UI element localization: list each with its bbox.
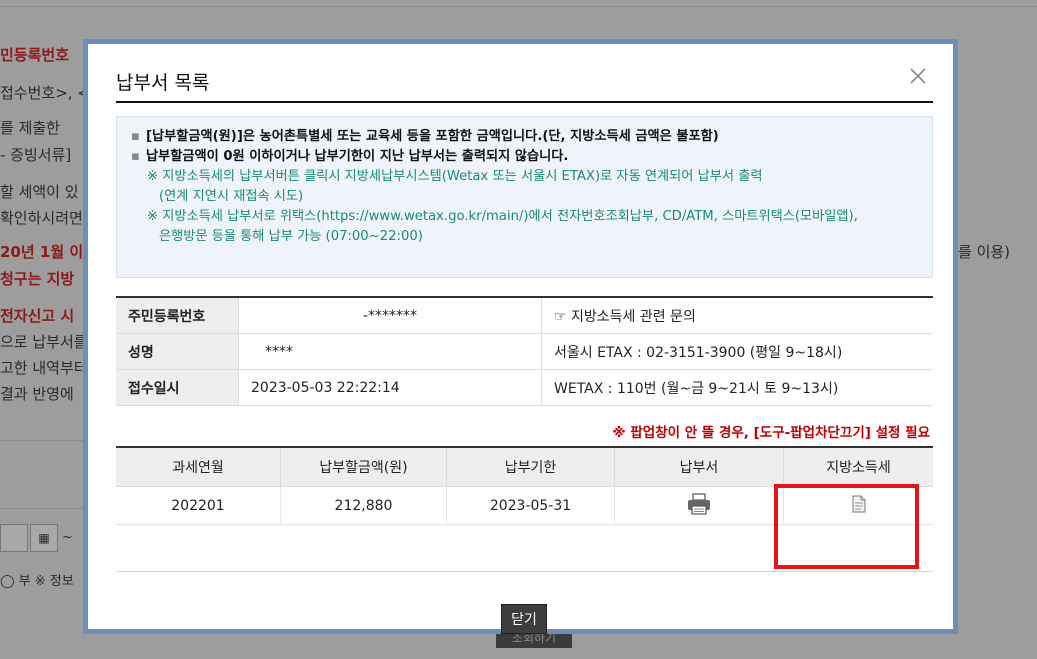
- background-divider: [0, 508, 86, 509]
- info-value: 2023-05-03 22:22:14: [238, 369, 542, 406]
- table-row: 202201 212,880 2023-05-31: [116, 486, 933, 525]
- background-right-text: 를 이용): [958, 243, 1011, 261]
- background-text-line: 확인하시려면: [0, 209, 83, 227]
- due-date-cell: 2023-05-31: [446, 486, 615, 525]
- notice-bullet: 납부할금액이 0원 이하이거나 납부기한이 지난 납부서는 출력되지 않습니다.: [131, 147, 918, 167]
- background-date-input[interactable]: [0, 524, 28, 552]
- info-label: 성명: [116, 333, 239, 370]
- calendar-icon[interactable]: ▦: [30, 524, 58, 552]
- local-income-tax-cell: [783, 486, 933, 525]
- payment-slip-modal: 납부서 목록 [납부할금액(원)]은 농어촌특별세 또는 교육세 등을 포함한 …: [83, 39, 958, 634]
- background-text-line: 민등록번호: [0, 46, 70, 64]
- column-header: 납부할금액(원): [280, 447, 447, 487]
- table-row: 접수일시 2023-05-03 22:22:14 WETAX : 110번 (월…: [116, 369, 933, 406]
- title-divider: [116, 101, 933, 103]
- modal-title: 납부서 목록: [116, 72, 210, 94]
- printer-icon[interactable]: [686, 492, 712, 520]
- background-text-line: 청구는 지방: [0, 270, 75, 288]
- column-header: 지방소득세: [783, 447, 933, 487]
- background-text-line: 고한 내역부터: [0, 359, 88, 377]
- background-radio-option[interactable]: ◯ 부 ※ 정보: [0, 570, 74, 589]
- column-header: 납부서: [614, 447, 784, 487]
- payment-slip-cell: [614, 486, 784, 525]
- document-icon[interactable]: [851, 495, 867, 517]
- close-button[interactable]: 닫기: [501, 604, 547, 634]
- background-divider: [0, 6, 1037, 7]
- notice-box: [납부할금액(원)]은 농어촌특별세 또는 교육세 등을 포함한 금액입니다.(…: [116, 116, 933, 278]
- notice-note-continued: 은행방문 등을 통해 납부 가능 (07:00~22:00): [159, 229, 423, 244]
- info-value: -*******: [238, 297, 542, 334]
- tax-month-cell: 202201: [116, 486, 281, 525]
- background-text-line: 전자신고 시: [0, 307, 75, 325]
- close-icon[interactable]: [906, 64, 930, 88]
- background-text-line: 결과 반영에: [0, 385, 74, 403]
- amount-cell: 212,880: [280, 486, 447, 525]
- info-value: ****: [238, 333, 542, 370]
- background-text-line: - 증빙서류]: [0, 146, 72, 164]
- taxpayer-info-table: 주민등록번호 -******* ☞ 지방소득세 관련 문의 성명 **** 서울…: [116, 296, 933, 406]
- info-contact: WETAX : 110번 (월~금 9~21시 토 9~13시): [541, 369, 933, 406]
- background-text-line: 으로 납부서를: [0, 333, 88, 351]
- table-header-row: 과세연월 납부할금액(원) 납부기한 납부서 지방소득세: [116, 447, 933, 487]
- info-label: 주민등록번호: [116, 297, 239, 334]
- info-contact: 서울시 ETAX : 02-3151-3900 (평일 9~18시): [541, 333, 933, 370]
- info-contact: ☞ 지방소득세 관련 문의: [541, 297, 933, 334]
- background-text-line: 접수번호>, <: [0, 84, 90, 102]
- notice-note: ※ 지방소득세 납부서로 위택스(https://www.wetax.go.kr…: [147, 209, 858, 224]
- background-range-tilde: ~: [62, 530, 73, 545]
- table-row: 주민등록번호 -******* ☞ 지방소득세 관련 문의: [116, 297, 933, 334]
- table-row: 성명 **** 서울시 ETAX : 02-3151-3900 (평일 9~18…: [116, 333, 933, 370]
- background-text-line: 를 제출한: [0, 119, 60, 137]
- popup-warning: ※ 팝업창이 안 뜰 경우, [도구-팝업차단끄기] 설정 필요: [612, 425, 931, 441]
- background-text-line: 할 세액이 있: [0, 183, 79, 201]
- notice-bullet: [납부할금액(원)]은 농어촌특별세 또는 교육세 등을 포함한 금액입니다.(…: [131, 127, 918, 147]
- table-bottom-divider: [116, 571, 933, 572]
- payment-slip-table: 과세연월 납부할금액(원) 납부기한 납부서 지방소득세 202201 212,…: [116, 446, 933, 525]
- info-label: 접수일시: [116, 369, 239, 406]
- column-header: 과세연월: [116, 447, 281, 487]
- column-header: 납부기한: [446, 447, 615, 487]
- background-text-line: 20년 1월 이: [0, 243, 84, 261]
- notice-note: ※ 지방소득세의 납부서버튼 클릭시 지방세납부시스템(Wetax 또는 서울시…: [147, 169, 763, 184]
- background-divider: [0, 440, 86, 441]
- notice-note-continued: (연계 지연시 재접속 시도): [159, 189, 304, 204]
